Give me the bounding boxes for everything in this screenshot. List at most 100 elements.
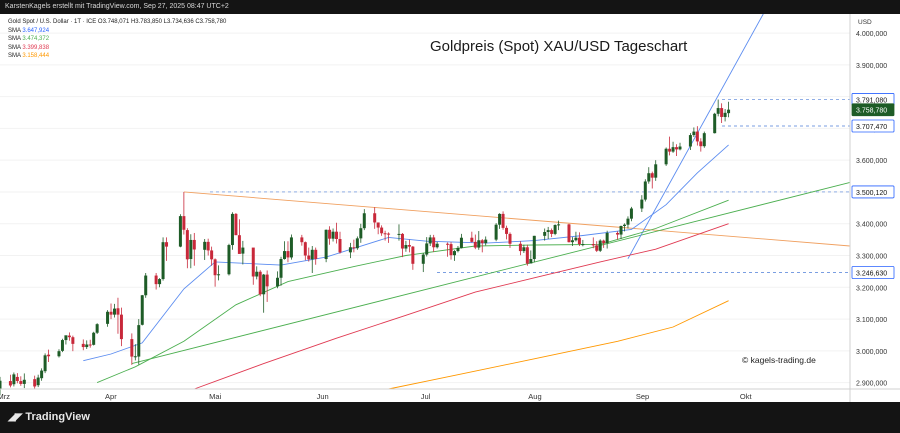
candle-body[interactable] bbox=[373, 213, 377, 223]
candle-body[interactable] bbox=[265, 274, 269, 287]
candle-body[interactable] bbox=[67, 335, 71, 338]
candle-body[interactable] bbox=[140, 295, 144, 325]
candle-body[interactable] bbox=[43, 355, 47, 372]
candle-body[interactable] bbox=[727, 109, 731, 114]
candle-body[interactable] bbox=[567, 224, 571, 243]
candle-body[interactable] bbox=[449, 244, 453, 256]
candle-body[interactable] bbox=[71, 337, 75, 344]
candle-body[interactable] bbox=[165, 242, 169, 247]
candle-body[interactable] bbox=[713, 113, 717, 134]
candle-body[interactable] bbox=[251, 247, 255, 277]
candle-body[interactable] bbox=[376, 222, 380, 228]
candle-body[interactable] bbox=[591, 244, 595, 246]
candle-body[interactable] bbox=[144, 275, 148, 296]
candle-body[interactable] bbox=[362, 213, 366, 229]
candle-body[interactable] bbox=[720, 108, 724, 117]
candle-body[interactable] bbox=[314, 249, 318, 260]
candle-body[interactable] bbox=[230, 213, 234, 246]
candle-body[interactable] bbox=[518, 243, 522, 252]
candle-body[interactable] bbox=[40, 370, 44, 379]
candle-body[interactable] bbox=[185, 230, 189, 260]
candle-body[interactable] bbox=[119, 314, 123, 340]
candle-body[interactable] bbox=[60, 340, 64, 351]
candle-body[interactable] bbox=[0, 380, 2, 389]
candle-body[interactable] bbox=[522, 247, 526, 252]
candle-body[interactable] bbox=[484, 239, 488, 244]
candle-body[interactable] bbox=[643, 181, 647, 200]
candle-body[interactable] bbox=[723, 112, 727, 117]
candle-body[interactable] bbox=[303, 242, 307, 256]
candle-body[interactable] bbox=[213, 259, 217, 276]
candle-body[interactable] bbox=[668, 148, 672, 152]
candle-body[interactable] bbox=[622, 224, 626, 226]
candle-body[interactable] bbox=[570, 240, 574, 243]
candle-body[interactable] bbox=[64, 335, 68, 341]
sma-row-4[interactable]: SMA 3.158,444 bbox=[8, 52, 226, 61]
candle-body[interactable] bbox=[421, 254, 425, 264]
candle-body[interactable] bbox=[671, 147, 675, 152]
candle-body[interactable] bbox=[532, 235, 536, 260]
candle-body[interactable] bbox=[161, 242, 165, 280]
candle-body[interactable] bbox=[654, 164, 658, 178]
candle-body[interactable] bbox=[428, 237, 432, 244]
candle-body[interactable] bbox=[626, 218, 630, 225]
candle-body[interactable] bbox=[307, 255, 311, 260]
candle-body[interactable] bbox=[425, 243, 429, 255]
candle-body[interactable] bbox=[12, 374, 16, 385]
candle-body[interactable] bbox=[279, 259, 283, 278]
candle-body[interactable] bbox=[699, 141, 703, 147]
candle-body[interactable] bbox=[85, 344, 89, 348]
candle-body[interactable] bbox=[397, 233, 401, 235]
candle-body[interactable] bbox=[338, 239, 342, 253]
candle-body[interactable] bbox=[557, 224, 561, 226]
candle-body[interactable] bbox=[234, 213, 238, 236]
candle-body[interactable] bbox=[574, 237, 578, 241]
candle-body[interactable] bbox=[605, 232, 609, 244]
candle-body[interactable] bbox=[664, 148, 668, 165]
candle-body[interactable] bbox=[192, 239, 196, 250]
candle-body[interactable] bbox=[33, 379, 37, 387]
candle-body[interactable] bbox=[543, 232, 547, 236]
candle-body[interactable] bbox=[137, 325, 141, 357]
sma-row-1[interactable]: SMA 3.647,924 bbox=[8, 27, 226, 36]
candle-body[interactable] bbox=[335, 231, 339, 239]
candle-body[interactable] bbox=[324, 229, 328, 260]
candle-body[interactable] bbox=[678, 146, 682, 150]
candle-body[interactable] bbox=[154, 275, 158, 285]
candle-body[interactable] bbox=[182, 216, 186, 230]
candle-body[interactable] bbox=[22, 379, 26, 384]
candle-body[interactable] bbox=[505, 227, 509, 234]
candle-body[interactable] bbox=[508, 233, 512, 244]
candle-body[interactable] bbox=[459, 237, 463, 248]
candle-body[interactable] bbox=[36, 377, 40, 386]
candle-body[interactable] bbox=[581, 244, 585, 246]
candle-body[interactable] bbox=[258, 271, 262, 295]
candle-body[interactable] bbox=[106, 311, 110, 324]
candle-body[interactable] bbox=[88, 344, 92, 346]
candle-body[interactable] bbox=[116, 308, 120, 315]
candle-body[interactable] bbox=[237, 235, 241, 254]
candle-body[interactable] bbox=[210, 250, 214, 260]
candle-body[interactable] bbox=[404, 245, 408, 249]
candle-body[interactable] bbox=[8, 381, 12, 386]
candle-body[interactable] bbox=[501, 213, 505, 228]
candle-body[interactable] bbox=[470, 237, 474, 242]
candle-body[interactable] bbox=[352, 247, 356, 249]
candle-body[interactable] bbox=[647, 173, 651, 182]
candle-body[interactable] bbox=[178, 216, 182, 247]
candle-body[interactable] bbox=[241, 247, 245, 254]
candle-body[interactable] bbox=[400, 233, 404, 249]
candle-body[interactable] bbox=[640, 199, 644, 209]
candle-body[interactable] bbox=[702, 133, 706, 147]
candle-body[interactable] bbox=[359, 228, 363, 239]
candle-body[interactable] bbox=[692, 131, 696, 136]
candle-body[interactable] bbox=[255, 271, 259, 277]
candle-body[interactable] bbox=[355, 238, 359, 249]
candle-body[interactable] bbox=[529, 259, 533, 264]
candle-body[interactable] bbox=[262, 274, 266, 295]
candle-body[interactable] bbox=[716, 108, 720, 114]
candle-body[interactable] bbox=[550, 230, 554, 234]
tradingview-logo[interactable]: ◢◤ TradingView bbox=[8, 411, 90, 423]
candle-body[interactable] bbox=[47, 354, 51, 357]
candle-body[interactable] bbox=[411, 246, 415, 264]
